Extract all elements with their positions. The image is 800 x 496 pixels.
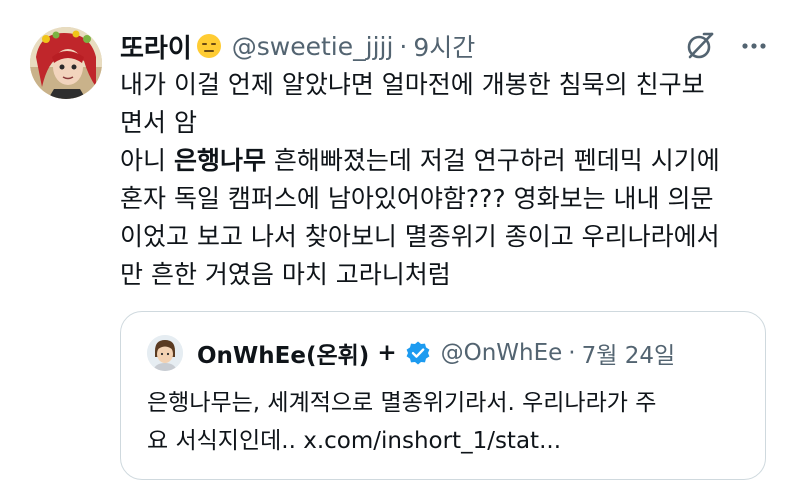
grok-button[interactable] [682,28,718,64]
quoted-author-avatar[interactable] [147,335,183,371]
quoted-text-line: 요 서식지인데.. x.com/inshort_1/stat... [147,428,561,454]
author-avatar-image [30,27,102,99]
grok-icon [687,32,714,59]
author-display-name[interactable]: 또라이 [120,28,192,65]
quoted-author-display-name[interactable]: OnWhEe(온휘) [197,336,369,370]
header-separator: · [399,31,408,61]
author-avatar[interactable] [30,27,102,99]
tweet-text-bold: 은행나무 [173,146,266,175]
quoted-tweet-text: 은행나무는, 세계적으로 멸종위기라서. 우리나라가 주 요 서식지인데.. x… [147,384,747,460]
header-actions [682,26,772,66]
quoted-tweet-card[interactable]: OnWhEe(온휘) + @OnWhEe · 7월 24일 은행나무는, 세계적… [120,311,766,480]
tweet-text: 내가 이걸 언제 알았냐면 얼마전에 개봉한 침묵의 친구보 면서 암 아니 은… [120,66,770,294]
tweet-text-segment: 흔해빠졌는데 저걸 연구하러 펜데믹 시기에 [265,146,720,175]
tweet-text-line: 만 흔한 거였음 마치 고라니처럼 [120,260,451,289]
tweet-text-line: 이었고 보고 나서 찾아보니 멸종위기 종이고 우리나라에서 [120,222,720,251]
more-button[interactable] [736,28,772,64]
quoted-tweet-header: OnWhEe(온휘) + @OnWhEe · 7월 24일 [147,334,675,372]
quoted-author-avatar-image [147,335,183,371]
tweet-text-line: 혼자 독일 캠퍼스에 남아있어야함??? 영화보는 내내 의문 [120,184,714,213]
quoted-tweet-date[interactable]: 7월 24일 [582,336,676,370]
expressionless-face-emoji-icon [196,34,221,58]
verified-badge-icon [406,341,430,365]
tweet-text-line: 내가 이걸 언제 알았냐면 얼마전에 개봉한 침묵의 친구보 [120,70,705,99]
more-icon [742,43,766,49]
tweet-time[interactable]: 9시간 [413,28,475,64]
quoted-header-separator: · [568,340,576,366]
quoted-author-plus: + [377,340,397,366]
tweet-text-segment: 아니 [120,146,174,175]
tweet-header: 또라이 @sweetie_jjjj · 9시간 [120,26,772,66]
tweet-text-line: 면서 암 [120,108,197,137]
quoted-text-line: 은행나무는, 세계적으로 멸종위기라서. 우리나라가 주 [147,390,657,416]
quoted-author-handle[interactable]: @OnWhEe [441,340,563,366]
tweet-page: 또라이 @sweetie_jjjj · 9시간 내가 이걸 언제 알았냐면 얼마… [0,0,800,496]
author-handle[interactable]: @sweetie_jjjj [232,32,394,61]
tweet-text-line: 아니 은행나무 흔해빠졌는데 저걸 연구하러 펜데믹 시기에 [120,142,770,180]
